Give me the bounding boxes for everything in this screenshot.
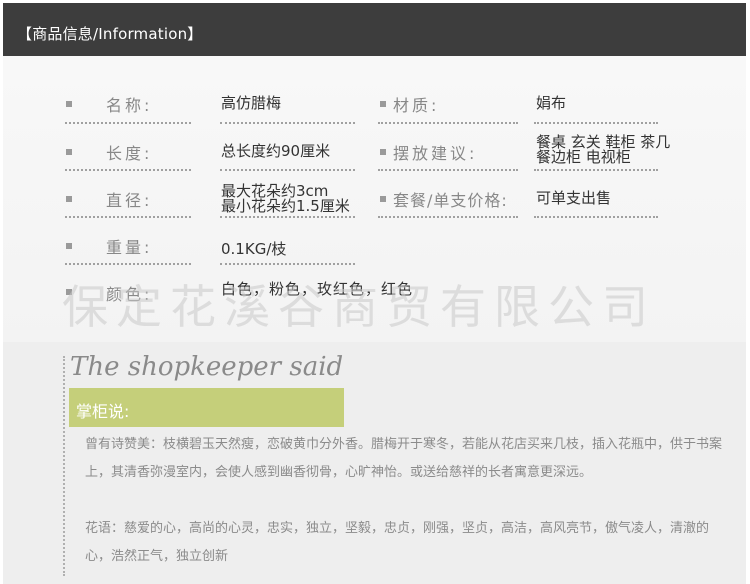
- spec-value-material: 娟布: [536, 94, 567, 112]
- bullet-icon: [380, 149, 386, 155]
- dotted-divider: [534, 122, 658, 124]
- bullet-icon: [66, 101, 72, 107]
- shopkeeper-badge-label: 掌柜说:: [76, 402, 130, 421]
- dotted-divider: [220, 169, 355, 171]
- bullet-icon: [66, 243, 72, 249]
- header-bar: 【商品信息/Information】: [3, 3, 746, 56]
- header: 【商品信息/Information】: [0, 0, 750, 56]
- dotted-vertical-divider: [63, 356, 65, 576]
- dotted-divider: [534, 169, 658, 171]
- spec-label-name: 名称:: [106, 96, 153, 115]
- spec-label-price: 套餐/单支价格:: [393, 191, 508, 210]
- watermark: 保定花溪谷商贸有限公司: [62, 280, 656, 334]
- spec-value-placement-line2: 餐边柜 电视柜: [536, 148, 631, 166]
- dotted-divider: [378, 122, 518, 124]
- spec-value-diameter-line2: 最小花朵约1.5厘米: [221, 197, 350, 215]
- dotted-divider: [65, 169, 191, 171]
- spec-label-weight: 重量:: [106, 238, 153, 257]
- spec-value-name: 高仿腊梅: [221, 94, 282, 112]
- bullet-icon: [66, 149, 72, 155]
- dotted-divider: [65, 216, 191, 218]
- shopkeeper-paragraph-poem: 曾有诗赞美：枝横碧玉天然瘦，恋破黄巾分外香。腊梅开于寒冬，若能从花店买来几枝，插…: [85, 437, 723, 480]
- bullet-icon: [380, 101, 386, 107]
- dotted-divider: [220, 263, 355, 265]
- dotted-divider: [65, 263, 191, 265]
- header-title: 【商品信息/Information】: [17, 25, 203, 43]
- spec-label-material: 材质:: [393, 96, 440, 115]
- dotted-divider: [220, 122, 355, 124]
- bullet-icon: [380, 196, 386, 202]
- bullet-icon: [66, 196, 72, 202]
- spec-label-length: 长度:: [106, 144, 153, 163]
- spec-label-diameter: 直径:: [106, 191, 153, 210]
- spec-value-length: 总长度约90厘米: [221, 142, 331, 160]
- dotted-divider: [534, 216, 658, 218]
- dotted-divider: [220, 216, 355, 218]
- dotted-divider: [378, 169, 518, 171]
- dotted-divider: [65, 122, 191, 124]
- shopkeeper-paragraph-flower-language: 花语：慈爱的心，高尚的心灵，忠实，独立，坚毅，忠贞，刚强，坚贞，高洁，高风亮节，…: [85, 521, 710, 564]
- spec-value-weight: 0.1KG/枝: [221, 240, 287, 258]
- dotted-divider: [378, 216, 518, 218]
- spec-label-placement: 摆放建议:: [393, 144, 478, 163]
- shopkeeper-script-title: The shopkeeper said: [70, 352, 344, 382]
- spec-value-price: 可单支出售: [536, 189, 612, 207]
